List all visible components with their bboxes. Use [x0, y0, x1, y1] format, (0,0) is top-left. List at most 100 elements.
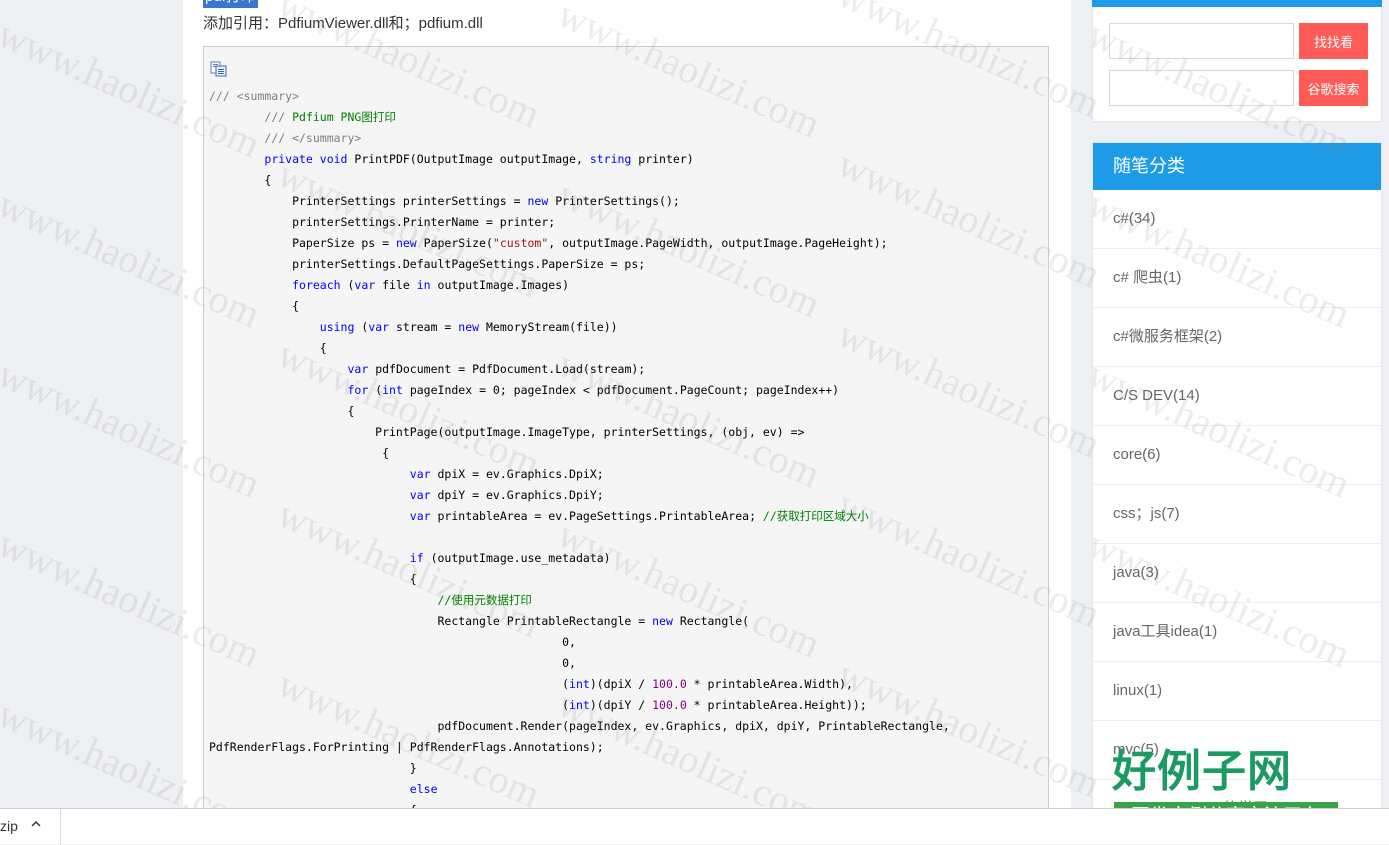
- code-line: {: [209, 338, 950, 359]
- google-search-button[interactable]: 谷歌搜索: [1299, 70, 1368, 106]
- code-line: Rectangle PrintableRectangle = new Recta…: [209, 611, 950, 632]
- category-item[interactable]: linux(1): [1093, 662, 1381, 721]
- code-line: (int)(dpiY / 100.0 * printableArea.Heigh…: [209, 695, 950, 716]
- code-line: /// <summary>: [209, 86, 950, 107]
- download-file-name: zip: [0, 818, 18, 834]
- code-token: (outputImage.use_metadata): [423, 551, 611, 565]
- code-token: (: [368, 383, 383, 397]
- code-line: {: [209, 800, 950, 808]
- code-token: pdfDocument.Render(pageIndex, ev.Graphic…: [209, 719, 950, 733]
- code-token: 0,: [209, 656, 576, 670]
- code-token: )(dpiX /: [589, 677, 653, 691]
- category-item[interactable]: core(6): [1093, 426, 1381, 485]
- code-token: }: [209, 761, 417, 775]
- code-token: PrintPDF(OutputImage outputImage,: [347, 152, 590, 166]
- google-search-input[interactable]: [1109, 70, 1294, 106]
- code-token: 100.0: [652, 677, 687, 691]
- category-item[interactable]: C/S DEV(14): [1093, 367, 1381, 426]
- code-token: (: [354, 320, 369, 334]
- code-line: }: [209, 758, 950, 779]
- code-token: {: [209, 446, 390, 460]
- category-item[interactable]: java工具idea(1): [1093, 603, 1381, 662]
- category-list: c#(34) c# 爬虫(1) c#微服务框架(2) C/S DEV(14) core(…: [1093, 190, 1381, 839]
- code-token: MemoryStream(file)): [479, 320, 618, 334]
- code-line: PdfRenderFlags.ForPrinting | PdfRenderFl…: [209, 737, 950, 758]
- code-token: var: [409, 509, 431, 523]
- code-line: var dpiY = ev.Graphics.DpiY;: [209, 485, 950, 506]
- code-line: pdfDocument.Render(pageIndex, ev.Graphic…: [209, 716, 950, 737]
- code-token: (: [340, 278, 355, 292]
- code-line: private void PrintPDF(OutputImage output…: [209, 149, 950, 170]
- code-token: 100.0: [652, 698, 687, 712]
- code-token: in: [416, 278, 431, 292]
- code-token: (: [209, 698, 570, 712]
- code-line: /// Pdfium PNG图打印: [209, 107, 950, 128]
- logo-main-text: 好例子网: [1112, 746, 1292, 797]
- category-panel: 随笔分类 c#(34) c# 爬虫(1) c#微服务框架(2) C/S DEV(14)…: [1092, 142, 1382, 842]
- category-item[interactable]: css；js(7): [1093, 485, 1381, 544]
- code-token: , outputImage.PageWidth, outputImage.Pag…: [548, 236, 888, 250]
- code-token: file: [375, 278, 417, 292]
- code-text: /// <summary> /// Pdfium PNG图打印 /// </su…: [209, 86, 950, 808]
- search-button[interactable]: 找找看: [1299, 23, 1368, 59]
- code-token: {: [209, 404, 355, 418]
- code-token: stream =: [389, 320, 459, 334]
- code-token: {: [209, 572, 417, 586]
- code-token: printerSettings.PrinterName = printer;: [209, 215, 556, 229]
- code-token: var: [409, 488, 431, 502]
- article-heading: pdf打印: [203, 0, 258, 8]
- code-token: int: [569, 677, 590, 691]
- search-panel-topbar: [1092, 0, 1382, 7]
- code-token: private void: [264, 152, 348, 166]
- download-item[interactable]: zip: [0, 809, 61, 845]
- code-token: Rectangle PrintableRectangle =: [209, 614, 653, 628]
- code-line: using (var stream = new MemoryStream(fil…: [209, 317, 950, 338]
- code-token: 0,: [209, 635, 576, 649]
- chevron-up-icon[interactable]: [30, 818, 42, 830]
- code-line: (int)(dpiX / 100.0 * printableArea.Width…: [209, 674, 950, 695]
- code-token: {: [209, 341, 327, 355]
- code-token: printerSettings.DefaultPageSettings.Pape…: [209, 257, 646, 271]
- code-token: Rectangle(: [672, 614, 750, 628]
- code-token: pdfDocument = PdfDocument.Load(stream);: [368, 362, 646, 376]
- code-line: {: [209, 401, 950, 422]
- code-line: /// </summary>: [209, 128, 950, 149]
- code-line: var printableArea = ev.PageSettings.Prin…: [209, 506, 950, 527]
- search-input[interactable]: [1109, 23, 1294, 59]
- code-block: /// <summary> /// Pdfium PNG图打印 /// </su…: [203, 46, 1049, 808]
- code-token: var: [368, 320, 390, 334]
- code-token: )(dpiY /: [589, 698, 653, 712]
- copy-icon[interactable]: [210, 61, 228, 77]
- category-item[interactable]: c# 爬虫(1): [1093, 249, 1381, 308]
- code-token: PrintPage(outputImage.ImageType, printer…: [209, 425, 805, 439]
- code-token: /// </summary>: [264, 131, 362, 145]
- code-token: PrinterSettings printerSettings =: [209, 194, 528, 208]
- category-item[interactable]: c#(34): [1093, 190, 1381, 249]
- code-token: foreach: [292, 278, 341, 292]
- code-line: if (outputImage.use_metadata): [209, 548, 950, 569]
- code-token: Pdfium PNG图打印: [292, 110, 396, 124]
- category-item[interactable]: c#微服务框架(2): [1093, 308, 1381, 367]
- code-token: * printableArea.Height));: [686, 698, 867, 712]
- code-token: string: [589, 152, 632, 166]
- code-line: PrinterSettings printerSettings = new Pr…: [209, 191, 950, 212]
- code-token: {: [209, 299, 300, 313]
- code-token: int: [382, 383, 403, 397]
- code-line: //使用元数据打印: [209, 590, 950, 611]
- category-item[interactable]: java(3): [1093, 544, 1381, 603]
- code-token: new: [652, 614, 673, 628]
- code-line: var dpiX = ev.Graphics.DpiX;: [209, 464, 950, 485]
- download-bar: zip: [0, 808, 1389, 845]
- code-line: printerSettings.PrinterName = printer;: [209, 212, 950, 233]
- code-token: new: [458, 320, 480, 334]
- code-token: int: [569, 698, 590, 712]
